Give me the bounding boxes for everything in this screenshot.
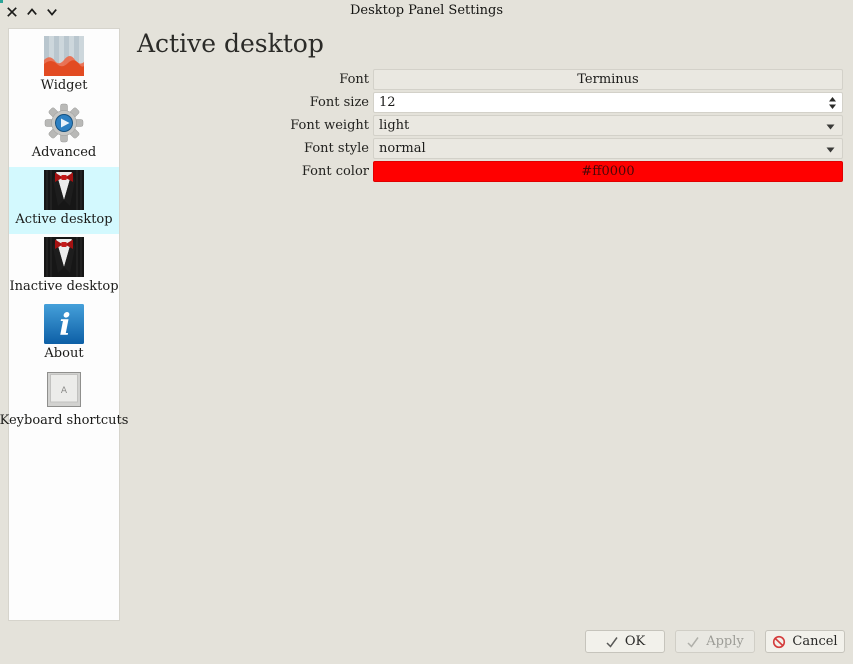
font-style-value: normal: [379, 141, 426, 156]
font-weight-row: Font weight light: [130, 115, 843, 136]
sidebar-item-label: Active desktop: [15, 212, 112, 227]
font-button[interactable]: Terminus: [373, 69, 843, 90]
sidebar-item-label: Keyboard shortcuts: [0, 413, 128, 428]
dropdown-arrow-icon: [826, 124, 835, 130]
close-icon[interactable]: [6, 6, 18, 18]
sidebar-item-widget[interactable]: Widget: [9, 33, 119, 100]
font-color-button[interactable]: #ff0000: [373, 161, 843, 182]
font-size-input[interactable]: [374, 93, 842, 112]
font-style-row: Font style normal: [130, 138, 843, 159]
svg-text:A: A: [61, 386, 68, 396]
tuxedo-icon: [44, 170, 84, 210]
font-weight-dropdown[interactable]: light: [373, 115, 843, 136]
apply-button[interactable]: Apply: [675, 630, 755, 653]
font-size-row: Font size: [130, 92, 843, 113]
apply-button-label: Apply: [706, 634, 744, 649]
dropdown-arrow-icon: [826, 147, 835, 153]
cancel-button-label: Cancel: [792, 634, 837, 649]
widget-icon: [44, 36, 84, 76]
cancel-button[interactable]: Cancel: [765, 630, 845, 653]
keyboard-key-icon: A: [44, 371, 84, 411]
chevron-down-icon[interactable]: [46, 6, 58, 18]
font-size-spinbox: [373, 92, 843, 113]
font-style-label: Font style: [130, 138, 371, 159]
sidebar-item-label: Inactive desktop: [9, 279, 118, 294]
titlebar: Desktop Panel Settings: [0, 0, 853, 24]
window-controls: [6, 6, 58, 18]
footer-buttons: OK Apply Cancel: [585, 630, 845, 653]
window-title: Desktop Panel Settings: [0, 0, 853, 24]
tuxedo-icon: [44, 237, 84, 277]
sidebar: Widget Advanced: [8, 28, 120, 621]
chevron-up-icon[interactable]: [26, 6, 38, 18]
ok-button[interactable]: OK: [585, 630, 665, 653]
sidebar-item-advanced[interactable]: Advanced: [9, 100, 119, 167]
sidebar-item-label: Advanced: [32, 145, 96, 160]
sidebar-item-inactive-desktop[interactable]: Inactive desktop: [9, 234, 119, 301]
font-weight-label: Font weight: [130, 115, 371, 136]
sidebar-item-label: About: [44, 346, 83, 361]
sidebar-item-label: Widget: [41, 78, 88, 93]
page-title: Active desktop: [137, 29, 324, 58]
cancel-icon: [772, 635, 786, 649]
font-weight-value: light: [379, 118, 409, 133]
sidebar-item-active-desktop[interactable]: Active desktop: [9, 167, 119, 234]
check-icon: [686, 635, 700, 649]
font-color-label: Font color: [130, 161, 371, 182]
font-size-label: Font size: [130, 92, 371, 113]
sidebar-item-keyboard-shortcuts[interactable]: A Keyboard shortcuts: [9, 368, 119, 435]
sidebar-item-about[interactable]: i About: [9, 301, 119, 368]
font-label: Font: [130, 69, 371, 90]
info-icon: i: [44, 304, 84, 344]
check-icon: [605, 635, 619, 649]
spinner-arrows-icon[interactable]: [828, 96, 837, 110]
svg-text:i: i: [59, 308, 70, 343]
font-color-row: Font color #ff0000: [130, 161, 843, 182]
settings-form: Font Terminus Font size Font weight ligh…: [130, 69, 843, 184]
font-style-dropdown[interactable]: normal: [373, 138, 843, 159]
gear-icon: [44, 103, 84, 143]
font-row: Font Terminus: [130, 69, 843, 90]
ok-button-label: OK: [625, 634, 645, 649]
